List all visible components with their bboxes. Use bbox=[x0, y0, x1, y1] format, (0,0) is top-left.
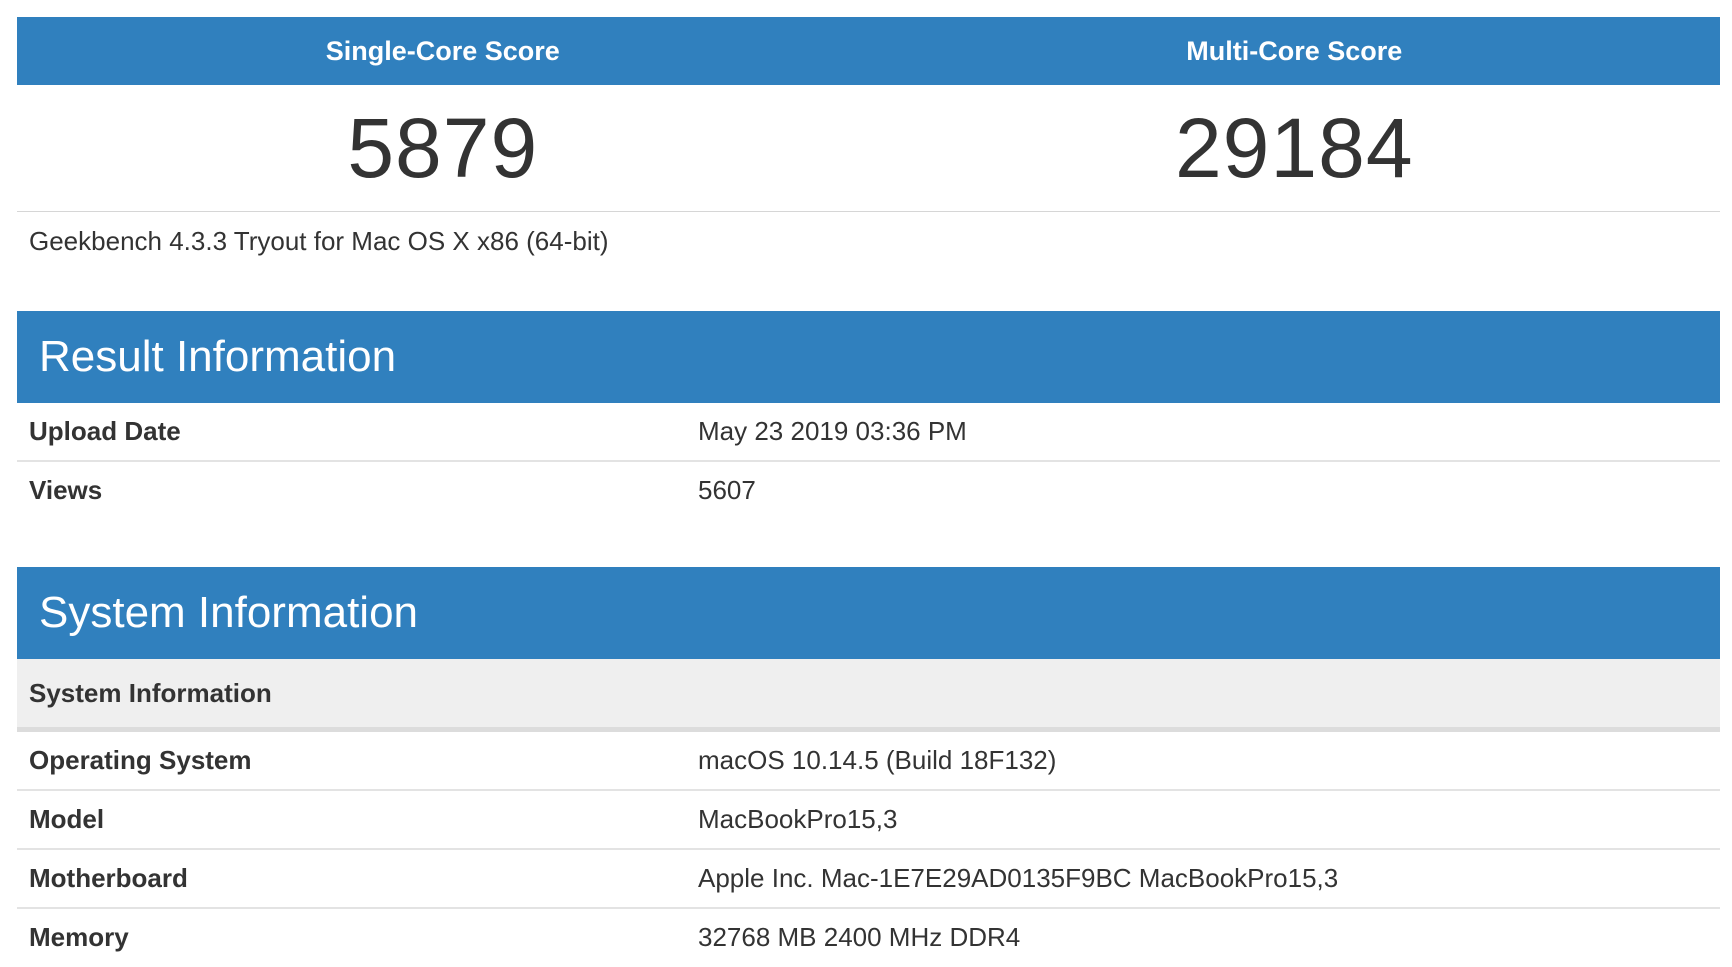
benchmark-version: Geekbench 4.3.3 Tryout for Mac OS X x86 … bbox=[29, 226, 609, 256]
result-information-table: Upload Date May 23 2019 03:36 PM Views 5… bbox=[17, 403, 1720, 519]
row-label: Upload Date bbox=[29, 416, 181, 446]
table-row-model: Model MacBookPro15,3 bbox=[17, 791, 1720, 850]
multi-core-score-label: Multi-Core Score bbox=[1186, 35, 1403, 66]
row-label: Operating System bbox=[29, 745, 252, 775]
row-value: 5607 bbox=[698, 475, 756, 505]
geekbench-result-page: Single-Core Score Multi-Core Score 5879 … bbox=[17, 17, 1720, 966]
multi-core-score-value: 29184 bbox=[1174, 100, 1414, 195]
system-information-header: System Information bbox=[17, 567, 1720, 659]
table-row-operating-system: Operating System macOS 10.14.5 (Build 18… bbox=[17, 732, 1720, 791]
system-information-subheader: System Information bbox=[17, 659, 1720, 732]
result-information-header: Result Information bbox=[17, 311, 1720, 403]
row-label: Memory bbox=[29, 922, 129, 952]
row-value: May 23 2019 03:36 PM bbox=[698, 416, 967, 446]
row-label: Views bbox=[29, 475, 103, 505]
single-core-score-label: Single-Core Score bbox=[325, 35, 560, 66]
table-row-views: Views 5607 bbox=[17, 462, 1720, 519]
table-row-memory: Memory 32768 MB 2400 MHz DDR4 bbox=[17, 909, 1720, 966]
system-information-table: Operating System macOS 10.14.5 (Build 18… bbox=[17, 732, 1720, 966]
table-row-motherboard: Motherboard Apple Inc. Mac-1E7E29AD0135F… bbox=[17, 850, 1720, 909]
score-values: 5879 29184 bbox=[17, 85, 1720, 212]
row-value: Apple Inc. Mac-1E7E29AD0135F9BC MacBookP… bbox=[698, 863, 1339, 893]
row-value: MacBookPro15,3 bbox=[698, 804, 898, 834]
single-core-score-value: 5879 bbox=[347, 100, 539, 195]
row-label: Model bbox=[29, 804, 105, 834]
row-value: macOS 10.14.5 (Build 18F132) bbox=[698, 745, 1057, 775]
table-row-upload-date: Upload Date May 23 2019 03:36 PM bbox=[17, 403, 1720, 462]
row-value: 32768 MB 2400 MHz DDR4 bbox=[698, 922, 1021, 952]
row-label: Motherboard bbox=[29, 863, 188, 893]
score-header: Single-Core Score Multi-Core Score bbox=[17, 17, 1720, 85]
